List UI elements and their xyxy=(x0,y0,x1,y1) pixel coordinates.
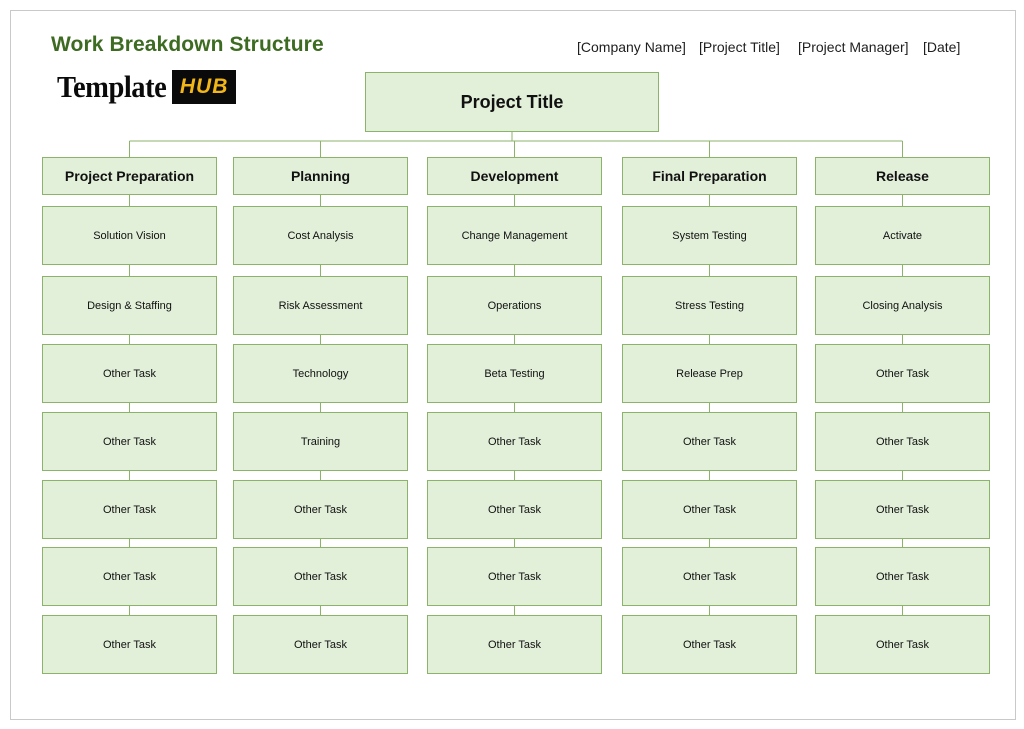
phase-header: Release xyxy=(815,157,990,195)
task-box: Other Task xyxy=(233,547,408,606)
task-box: Release Prep xyxy=(622,344,797,403)
task-box: Change Management xyxy=(427,206,602,265)
task-box: Other Task xyxy=(42,412,217,471)
task-box: Cost Analysis xyxy=(233,206,408,265)
task-box: Other Task xyxy=(622,480,797,539)
task-box: Other Task xyxy=(815,412,990,471)
task-box: Technology xyxy=(233,344,408,403)
task-box: System Testing xyxy=(622,206,797,265)
phase-header: Project Preparation xyxy=(42,157,217,195)
task-box: Risk Assessment xyxy=(233,276,408,335)
task-box: Other Task xyxy=(42,480,217,539)
task-box: Other Task xyxy=(622,412,797,471)
task-box: Beta Testing xyxy=(427,344,602,403)
task-box: Operations xyxy=(427,276,602,335)
task-box: Other Task xyxy=(815,344,990,403)
task-box: Other Task xyxy=(427,547,602,606)
task-box: Other Task xyxy=(427,480,602,539)
phase-header: Planning xyxy=(233,157,408,195)
task-box: Other Task xyxy=(233,480,408,539)
task-box: Other Task xyxy=(622,547,797,606)
phase-header: Development xyxy=(427,157,602,195)
task-box: Other Task xyxy=(233,615,408,674)
task-box: Activate xyxy=(815,206,990,265)
task-box: Solution Vision xyxy=(42,206,217,265)
task-box: Other Task xyxy=(427,615,602,674)
task-box: Training xyxy=(233,412,408,471)
task-box: Other Task xyxy=(42,547,217,606)
task-box: Other Task xyxy=(815,547,990,606)
task-box: Other Task xyxy=(42,344,217,403)
task-box: Closing Analysis xyxy=(815,276,990,335)
task-box: Design & Staffing xyxy=(42,276,217,335)
task-box: Other Task xyxy=(815,615,990,674)
task-box: Stress Testing xyxy=(622,276,797,335)
task-box: Other Task xyxy=(815,480,990,539)
root-node: Project Title xyxy=(365,72,659,132)
task-box: Other Task xyxy=(42,615,217,674)
task-box: Other Task xyxy=(427,412,602,471)
task-box: Other Task xyxy=(622,615,797,674)
phase-header: Final Preparation xyxy=(622,157,797,195)
